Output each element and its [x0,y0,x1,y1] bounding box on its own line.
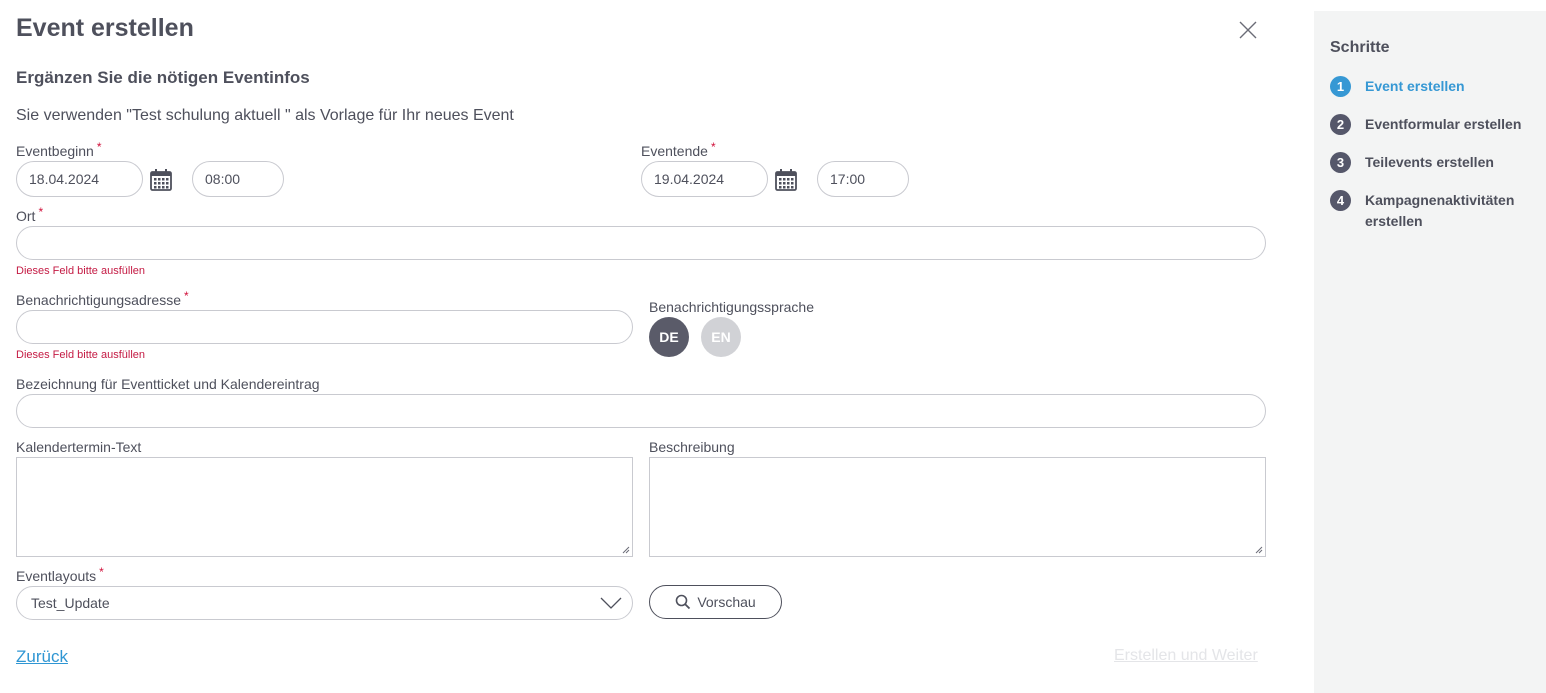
language-option-en[interactable]: EN [701,317,741,357]
step-kampagnenaktivitaeten-erstellen[interactable]: 4 Kampagnenaktivitäten erstellen [1330,190,1545,232]
chevron-down-icon [600,597,622,609]
calendar-icon[interactable] [775,169,797,191]
page-title: Event erstellen [16,14,194,42]
required-marker: * [710,140,716,154]
resize-handle-icon[interactable] [1255,546,1263,554]
notification-address-input[interactable] [16,310,633,344]
step-number: 3 [1330,152,1351,173]
search-icon [676,594,691,610]
location-label-text: Ort [16,208,36,224]
step-number: 2 [1330,114,1351,135]
event-layout-select[interactable]: Test_Update [16,586,633,620]
resize-handle-icon[interactable] [622,546,630,554]
step-number: 4 [1330,190,1351,211]
notification-address-label-text: Benachrichtigungsadresse [16,292,181,308]
step-event-erstellen[interactable]: 1 Event erstellen [1330,76,1545,97]
event-create-form: Event erstellen Ergänzen Sie die nötigen… [0,0,1300,693]
notification-address-error: Dieses Feld bitte ausfüllen [16,349,146,361]
event-end-label-text: Eventende [641,143,708,159]
required-marker: * [96,140,102,154]
location-error: Dieses Feld bitte ausfüllen [16,265,146,277]
event-layouts-label: Eventlayouts * [16,565,104,584]
calendar-text-textarea[interactable] [16,457,633,557]
required-marker: * [184,289,189,303]
preview-button[interactable]: Vorschau [649,585,782,619]
back-link[interactable]: Zurück [16,647,68,667]
notification-language-label: Benachrichtigungssprache [649,299,814,315]
step-label: Event erstellen [1365,78,1465,94]
ticket-name-input[interactable] [16,394,1266,428]
create-and-continue-button[interactable]: Erstellen und Weiter [1114,647,1258,665]
notification-address-label: Benachrichtigungsadresse * [16,289,189,308]
step-label: Kampagnenaktivitäten erstellen [1365,192,1515,229]
step-eventformular-erstellen[interactable]: 2 Eventformular erstellen [1330,114,1545,135]
location-input[interactable] [16,226,1266,260]
calendar-icon[interactable] [150,169,172,191]
event-start-label-text: Eventbeginn [16,143,94,159]
event-layouts-label-text: Eventlayouts [16,568,97,584]
required-marker: * [38,205,44,219]
description-textarea[interactable] [649,457,1266,557]
step-label: Teilevents erstellen [1365,154,1494,170]
event-start-label: Eventbeginn * [16,140,102,159]
steps-sidebar: Schritte 1 Event erstellen 2 Eventformul… [1314,11,1546,693]
calendar-text-label: Kalendertermin-Text [16,439,142,455]
event-start-time-input[interactable]: 08:00 [192,161,284,197]
description-label: Beschreibung [649,439,735,455]
close-icon[interactable] [1236,18,1260,42]
required-marker: * [99,565,104,579]
event-layout-value: Test_Update [31,595,110,611]
event-start-date-input[interactable]: 18.04.2024 [16,161,143,197]
preview-button-label: Vorschau [697,594,756,610]
step-teilevents-erstellen[interactable]: 3 Teilevents erstellen [1330,152,1545,173]
event-end-label: Eventende * [641,140,716,159]
language-option-de[interactable]: DE [649,317,689,357]
location-label: Ort * [16,205,44,224]
steps-title: Schritte [1330,39,1390,56]
ticket-name-label: Bezeichnung für Eventticket und Kalender… [16,376,320,392]
form-subtitle: Ergänzen Sie die nötigen Eventinfos [16,68,310,87]
step-label: Eventformular erstellen [1365,116,1522,132]
event-end-date-input[interactable]: 19.04.2024 [641,161,768,197]
template-info-text: Sie verwenden "Test schulung aktuell " a… [16,107,514,124]
event-end-time-input[interactable]: 17:00 [817,161,909,197]
step-number: 1 [1330,76,1351,97]
